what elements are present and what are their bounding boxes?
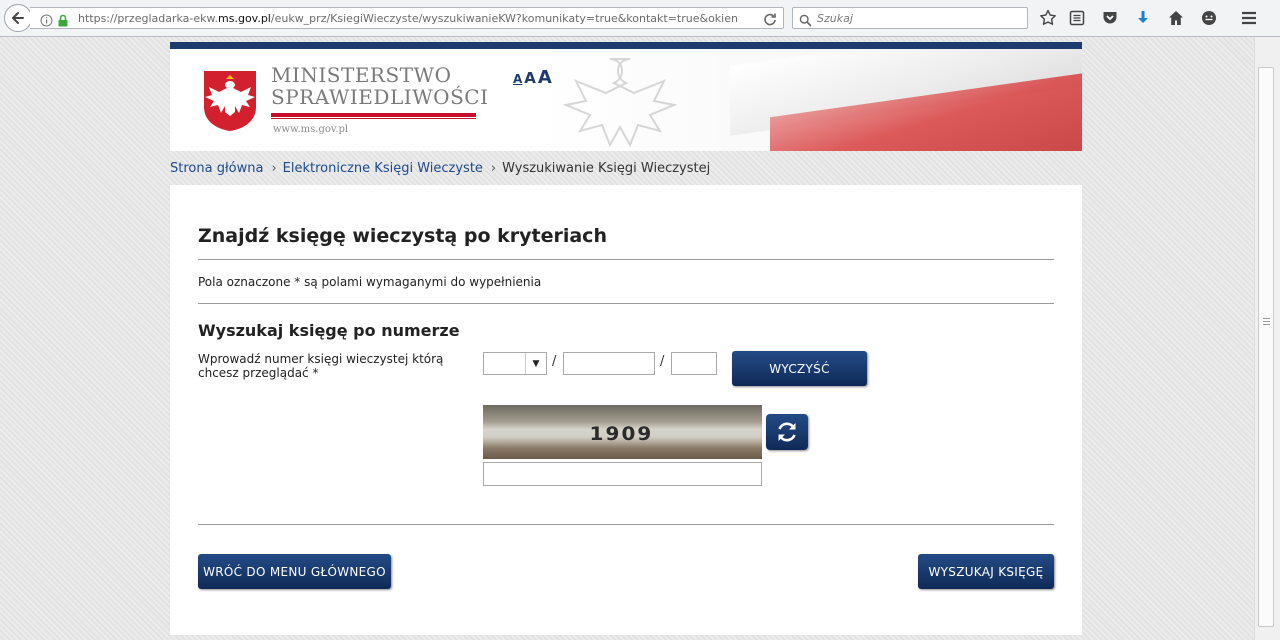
download-icon[interactable]: [1134, 9, 1152, 27]
font-size-medium-button[interactable]: A: [524, 69, 536, 87]
page-title: Znajdź księgę wieczystą po kryteriach: [198, 225, 607, 247]
search-book-button[interactable]: WYSZUKAJ KSIĘGĘ: [918, 554, 1054, 589]
clear-button[interactable]: WYCZYŚĆ: [732, 351, 867, 386]
court-code-select[interactable]: ▼: [483, 352, 547, 375]
hello-icon[interactable]: [1200, 9, 1218, 27]
address-bar[interactable]: https://przegladarka-ekw.ms.gov.pl/eukw_…: [30, 7, 784, 29]
vertical-scrollbar[interactable]: [1254, 37, 1280, 640]
check-digit-input[interactable]: [671, 352, 717, 375]
logo-red-rule-thin: [271, 118, 476, 119]
pocket-icon[interactable]: [1101, 9, 1119, 27]
reading-list-icon[interactable]: [1068, 9, 1086, 27]
search-icon: [799, 12, 812, 31]
section-title: Wyszukaj księgę po numerze: [198, 321, 460, 340]
chevron-right-icon: ›: [271, 161, 277, 176]
browser-toolbar: https://przegladarka-ekw.ms.gov.pl/eukw_…: [0, 0, 1280, 37]
captcha-text: 1909: [589, 423, 654, 445]
url-path: /eukw_prz/KsiegiWieczyste/wyszukiwanieKW…: [270, 12, 738, 25]
divider: [198, 303, 1054, 304]
url-text[interactable]: https://przegladarka-ekw.ms.gov.pl/eukw_…: [78, 12, 738, 25]
required-fields-note: Pola oznaczone * są polami wymaganymi do…: [198, 275, 542, 289]
chevron-right-icon: ›: [490, 161, 497, 176]
breadcrumb-section-link[interactable]: Elektroniczne Księgi Wieczyste: [283, 161, 483, 176]
separator: /: [660, 354, 665, 369]
reload-icon[interactable]: [763, 11, 777, 30]
book-number-label: Wprowadź numer księgi wieczystej którą c…: [198, 352, 444, 380]
ministry-name-line1: MINISTERSTWO: [271, 63, 452, 87]
back-arrow-icon[interactable]: [4, 4, 32, 32]
search-form-panel: Znajdź księgę wieczystą po kryteriach Po…: [170, 185, 1082, 635]
header-top-bar: [170, 42, 1082, 49]
refresh-captcha-button[interactable]: [766, 414, 808, 450]
home-icon[interactable]: [1167, 9, 1185, 27]
info-icon[interactable]: [40, 12, 53, 31]
book-number-input[interactable]: [563, 352, 655, 375]
captcha-image: 1909: [483, 405, 762, 459]
menu-hamburger-icon[interactable]: [1240, 9, 1258, 27]
url-prefix: https://przegladarka-ekw.: [78, 12, 219, 25]
bookmark-star-icon[interactable]: [1039, 9, 1057, 27]
ministry-banner: MINISTERSTWO SPRAWIEDLIWOŚCI www.ms.gov.…: [170, 49, 1082, 151]
scrollbar-thumb[interactable]: [1258, 67, 1274, 627]
divider: [198, 259, 1054, 260]
eagle-watermark-icon: [562, 58, 678, 148]
lock-icon[interactable]: [57, 12, 69, 31]
logo-red-rule: [271, 113, 476, 117]
breadcrumb-current: Wyszukiwanie Księgi Wieczystej: [502, 161, 711, 176]
scrollbar-grip-icon: [1263, 318, 1270, 327]
font-size-small-button[interactable]: A: [513, 72, 522, 86]
separator: /: [552, 354, 557, 369]
ministry-website: www.ms.gov.pl: [273, 124, 349, 135]
search-bar[interactable]: Szukaj: [792, 7, 1028, 29]
captcha-input[interactable]: [483, 462, 762, 486]
ministry-name-line2: SPRAWIEDLIWOŚCI: [271, 85, 489, 109]
divider: [198, 524, 1054, 525]
breadcrumb: Strona główna › Elektroniczne Księgi Wiecz…: [170, 161, 710, 176]
refresh-icon: [778, 422, 796, 442]
dropdown-arrow-icon[interactable]: ▼: [525, 353, 546, 374]
font-size-large-button[interactable]: A: [538, 67, 552, 88]
search-placeholder: Szukaj: [817, 12, 853, 25]
url-domain: ms.gov.pl: [218, 12, 271, 25]
breadcrumb-home-link[interactable]: Strona główna: [170, 161, 263, 176]
back-to-main-menu-button[interactable]: WRÓĆ DO MENU GŁÓWNEGO: [198, 554, 391, 589]
polish-eagle-emblem-icon: [204, 71, 256, 131]
font-size-controls: AAA: [513, 67, 552, 88]
